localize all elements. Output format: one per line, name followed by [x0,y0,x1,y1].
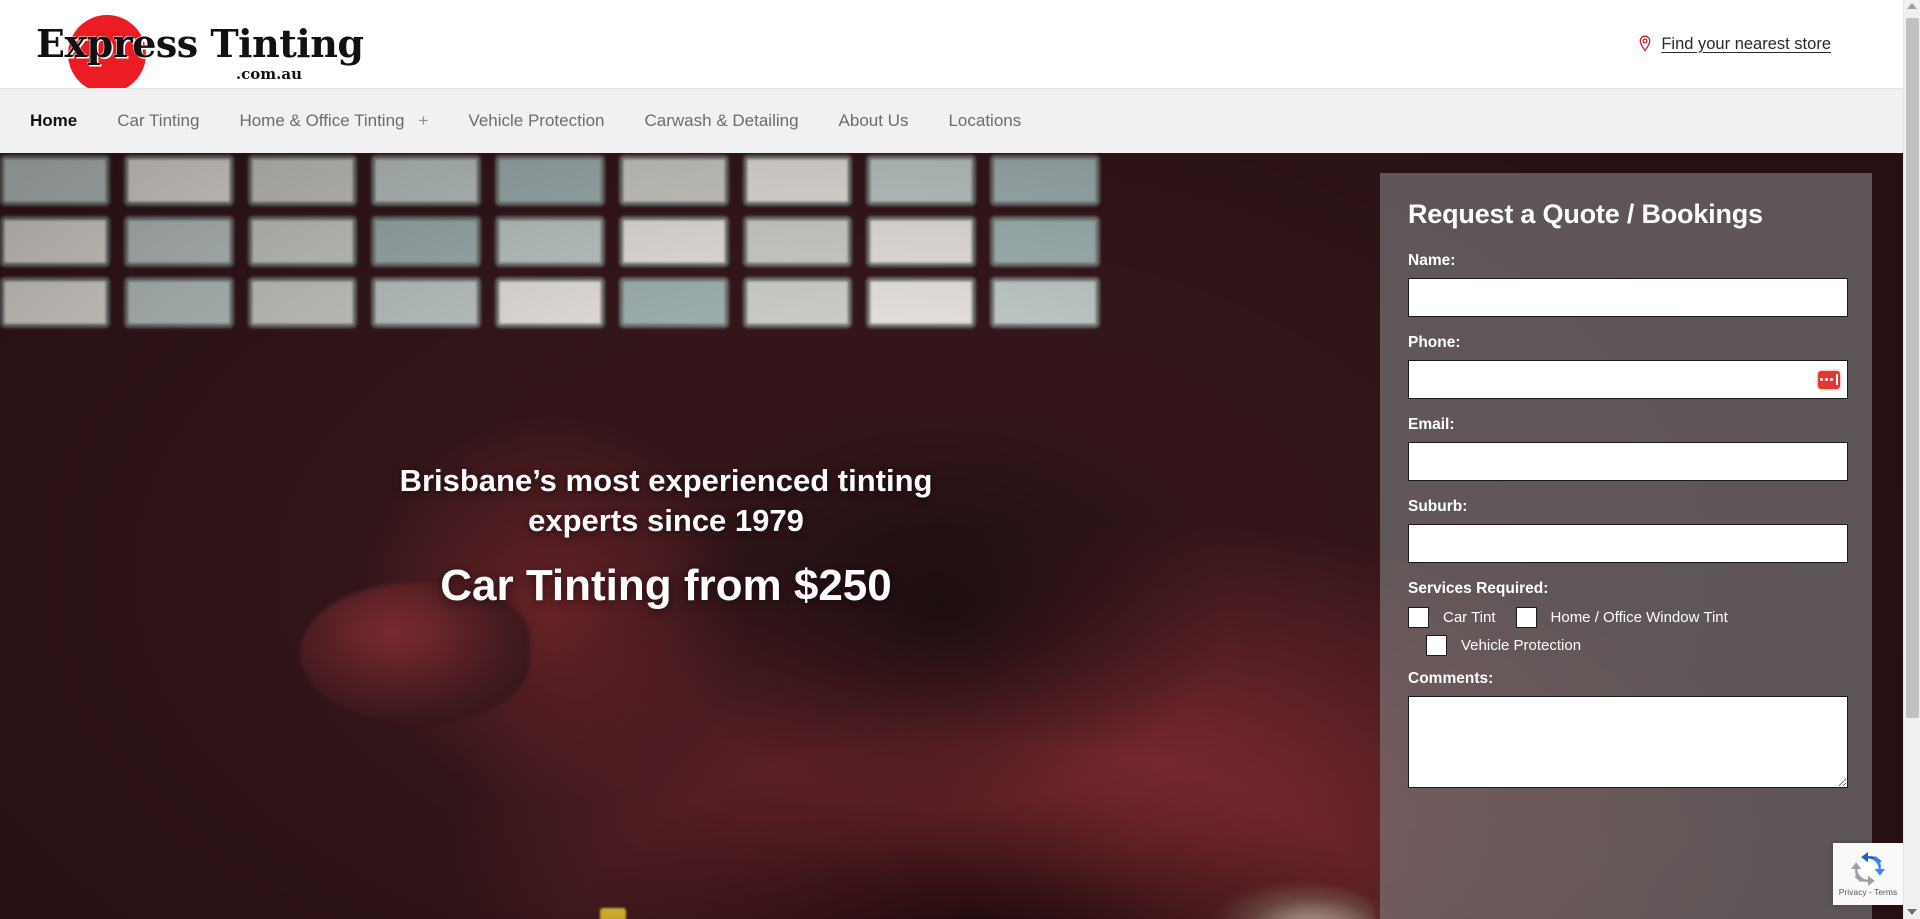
services-required-label: Services Required: [1408,580,1549,597]
recaptcha-badge[interactable]: Privacy - Terms [1833,843,1903,905]
checkbox-car-tint-label: Car Tint [1443,609,1496,626]
services-row-two: Vehicle Protection [1408,635,1844,656]
quote-request-panel: Request a Quote / Bookings Name: Phone: … [1380,173,1872,919]
comments-label: Comments: [1408,670,1494,687]
page-scrollbar[interactable] [1903,0,1920,919]
phone-label: Phone: [1408,334,1461,351]
scrollbar-down-arrow-icon[interactable] [1907,909,1917,915]
checkbox-car-tint-box[interactable] [1408,607,1429,628]
email-input[interactable] [1408,442,1848,481]
checkbox-home-office-window-tint-box[interactable] [1515,607,1537,628]
comments-textarea[interactable] [1408,696,1848,788]
services-required-group: Services Required: Car Tint Home / Offic… [1408,580,1844,656]
nav-item-car-tinting[interactable]: Car Tinting [117,111,199,131]
nav-item-carwash-detailing[interactable]: Carwash & Detailing [645,111,799,131]
name-input[interactable] [1408,278,1848,317]
checkbox-vehicle-protection-label: Vehicle Protection [1461,637,1582,654]
autofill-key-icon[interactable] [1818,370,1840,389]
main-navigation: Home Car Tinting Home & Office Tinting +… [0,88,1903,153]
nav-item-vehicle-protection[interactable]: Vehicle Protection [468,111,604,131]
recaptcha-privacy-terms[interactable]: Privacy - Terms [1839,887,1897,897]
comments-field-group: Comments: [1408,670,1848,788]
page-root: Express Tinting .com.au Find your neares… [0,0,1920,919]
suburb-field-group: Suburb: [1408,498,1848,563]
logo-wordmark: Express Tinting [36,21,364,66]
nav-item-home[interactable]: Home [30,111,77,131]
nav-item-home-office-tinting[interactable]: Home & Office Tinting [239,111,404,131]
quote-panel-title: Request a Quote / Bookings [1408,199,1763,229]
suburb-label: Suburb: [1408,498,1468,515]
phone-field-group: Phone: [1408,334,1848,399]
email-field-group: Email: [1408,416,1848,481]
checkbox-vehicle-protection-box[interactable] [1426,635,1447,656]
logo-domain-text: .com.au [235,65,302,83]
scrollbar-thumb[interactable] [1906,18,1919,718]
find-nearest-store-label: Find your nearest store [1661,34,1831,53]
find-nearest-store-link[interactable]: Find your nearest store [1638,35,1831,54]
nav-item-locations[interactable]: Locations [948,111,1021,131]
checkbox-home-office-window-tint-label: Home / Office Window Tint [1550,609,1728,626]
services-row-one: Car Tint Home / Office Window Tint [1408,607,1844,628]
nav-item-about-us[interactable]: About Us [839,111,909,131]
email-label: Email: [1408,416,1455,433]
phone-input[interactable] [1408,360,1848,399]
scrollbar-up-arrow-icon[interactable] [1907,3,1917,9]
name-field-group: Name: [1408,252,1848,317]
name-label: Name: [1408,252,1456,269]
map-pin-icon [1639,35,1651,52]
checkbox-car-tint[interactable]: Car Tint [1408,607,1496,628]
site-logo[interactable]: Express Tinting .com.au [30,13,364,93]
checkbox-home-office-window-tint[interactable]: Home / Office Window Tint [1515,607,1728,628]
nav-expander-plus-icon[interactable]: + [418,111,428,131]
checkbox-vehicle-protection[interactable]: Vehicle Protection [1426,635,1581,656]
recaptcha-logo-icon [1851,851,1885,886]
suburb-input[interactable] [1408,524,1848,563]
site-header: Express Tinting .com.au Find your neares… [0,0,1903,93]
